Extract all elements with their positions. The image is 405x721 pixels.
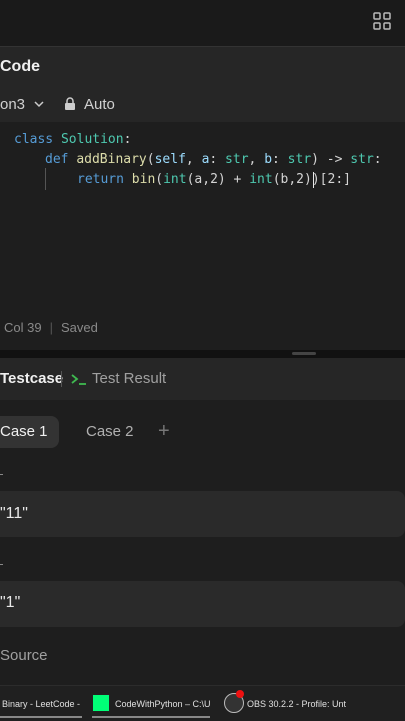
auto-mode-label[interactable]: Auto	[84, 96, 115, 113]
panel-divider[interactable]	[0, 350, 405, 358]
input-value-1[interactable]: "11"	[0, 505, 28, 523]
input-label-marker	[0, 474, 3, 475]
text-cursor	[313, 172, 314, 188]
input-value-2[interactable]: "1"	[0, 594, 20, 612]
layout-grid-icon[interactable]	[373, 12, 391, 30]
language-selector[interactable]: on3	[0, 96, 25, 113]
input-field-1[interactable]	[0, 491, 405, 537]
recording-dot-icon	[236, 690, 244, 698]
input-field-2[interactable]	[0, 581, 405, 627]
tab-separator	[61, 371, 62, 387]
taskbar-item-obs[interactable]: OBS 30.2.2 - Profile: Unt	[247, 699, 346, 709]
code-line-2[interactable]: def addBinary(self, a: str, b: str) -> s…	[45, 152, 382, 167]
add-case-button[interactable]: +	[158, 420, 170, 443]
source-link[interactable]: Source	[0, 647, 48, 664]
lock-icon	[65, 97, 75, 110]
cursor-position: Col 39	[4, 320, 42, 335]
taskbar-item-browser[interactable]: Binary - LeetCode -	[2, 699, 80, 709]
chevron-down-icon[interactable]	[33, 98, 45, 110]
editor-toolbar	[0, 88, 405, 122]
save-status: Saved	[60, 320, 98, 335]
code-panel-title: Code	[0, 58, 40, 75]
taskbar-item-pycharm[interactable]: CodeWithPython – C:\U	[115, 699, 211, 709]
case-1-tab[interactable]: Case 1	[0, 423, 48, 440]
code-line-3[interactable]: return bin(int(a,2) + int(b,2))[2:]	[77, 172, 351, 187]
terminal-icon	[71, 374, 86, 385]
case-2-tab[interactable]: Case 2	[86, 423, 134, 440]
tab-testcase[interactable]: Testcase	[0, 370, 63, 387]
window-indicator	[92, 716, 210, 718]
testcase-panel	[0, 400, 405, 685]
code-line-1[interactable]: class Solution:	[14, 132, 131, 147]
active-window-indicator	[0, 716, 82, 718]
input-label-marker	[0, 564, 3, 565]
pycharm-icon[interactable]	[92, 694, 110, 712]
indent-guide	[45, 168, 46, 190]
resize-handle[interactable]	[292, 352, 316, 355]
top-bar	[0, 0, 405, 46]
editor-status-bar: Col 39 | Saved	[4, 320, 98, 335]
code-panel-header	[0, 46, 405, 89]
tab-test-result[interactable]: Test Result	[92, 370, 166, 387]
